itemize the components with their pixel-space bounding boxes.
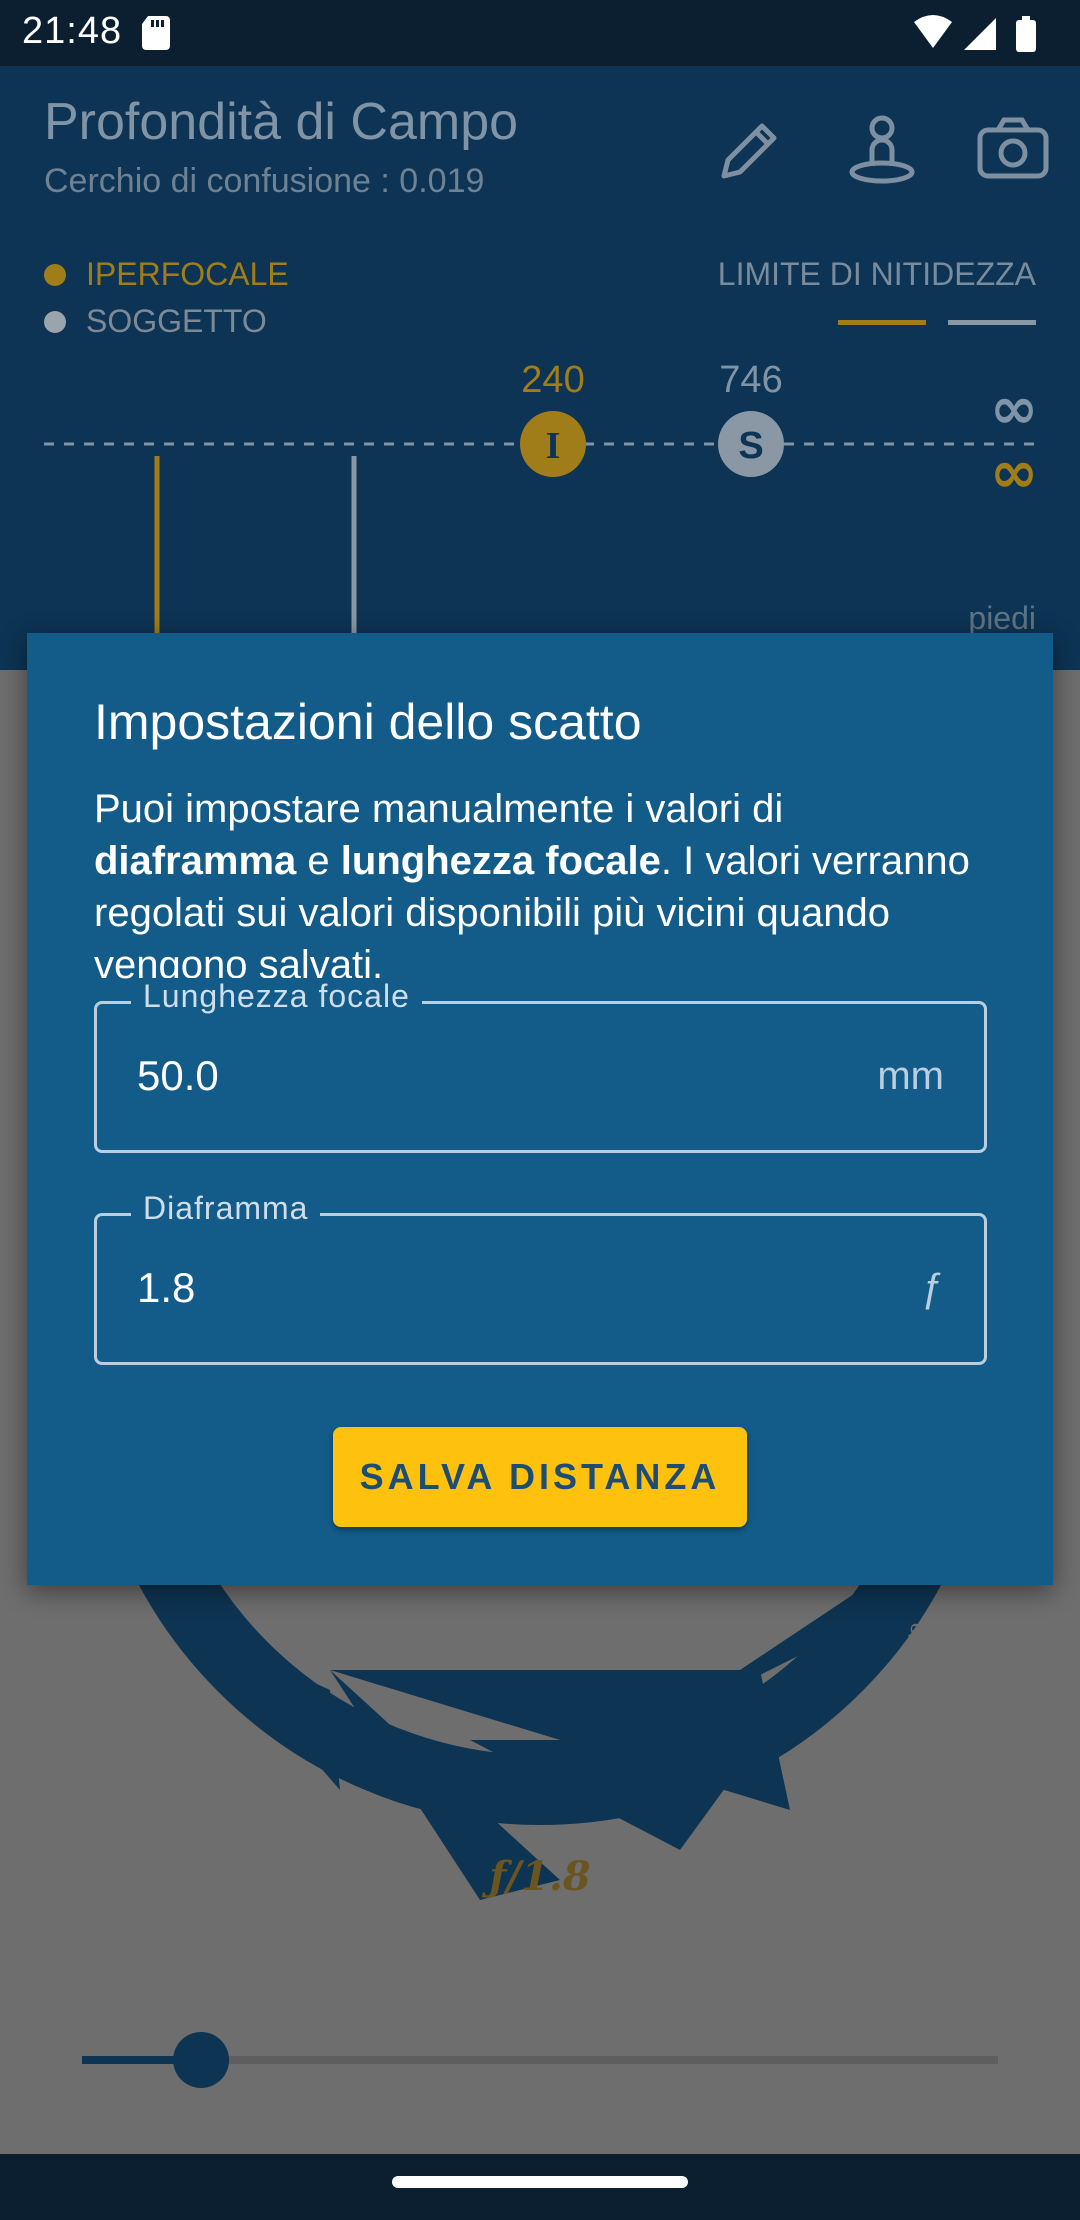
focal-length-field[interactable]: Lunghezza focale mm (94, 978, 987, 1153)
focal-length-input[interactable] (137, 1046, 837, 1106)
shot-settings-dialog: Impostazioni dello scatto Puoi impostare… (27, 633, 1053, 1585)
dialog-bold-focal: lunghezza focale (340, 839, 661, 883)
distance-unit: piedi (968, 600, 1036, 636)
status-time: 21:48 (22, 10, 123, 52)
app-subtitle: Cerchio di confusione : 0.019 (44, 162, 485, 200)
app-title: Profondità di Campo (44, 93, 519, 151)
status-bar: 21:48 (0, 0, 1080, 66)
aperture-label: Diaframma (131, 1190, 321, 1227)
subject-person-icon[interactable] (842, 110, 922, 190)
focal-length-unit: mm (877, 1054, 944, 1098)
hyperfocal-marker-letter: I (546, 425, 561, 467)
aperture-slider[interactable] (82, 2030, 998, 2090)
sd-card-icon (142, 16, 170, 50)
distance-scale[interactable]: 240 746 I S ∞ ∞ 120 182 (0, 266, 1080, 670)
focal-length-label: Lunghezza focale (131, 978, 422, 1015)
ring-text-left: ecco (140, 1649, 182, 1709)
home-gesture-handle[interactable] (392, 2176, 688, 2188)
subject-value: 746 (719, 359, 782, 401)
navigation-bar (0, 2154, 1080, 2220)
wifi-icon (914, 15, 952, 48)
dialog-bold-aperture: diaframma (94, 839, 297, 883)
camera-icon[interactable] (974, 110, 1054, 190)
battery-icon (1016, 16, 1036, 52)
aperture-field[interactable]: Diaframma ƒ (94, 1190, 987, 1365)
infinity-subject: ∞ (990, 374, 1038, 442)
signal-icon (964, 18, 996, 50)
slider-thumb (173, 2032, 230, 2088)
aperture-unit: ƒ (921, 1266, 944, 1310)
aperture-input[interactable] (137, 1258, 837, 1318)
aperture-value: ƒ/1.8 (481, 1853, 590, 1900)
app-header: Profondità di Campo Cerchio di confusion… (0, 66, 1080, 670)
dialog-text-2: e (296, 839, 341, 883)
dialog-text-1: Puoi impostare manualmente i valori di (94, 787, 784, 831)
dialog-description: Puoi impostare manualmente i valori di d… (94, 783, 994, 991)
hyperfocal-value: 240 (521, 359, 584, 401)
infinity-hyperfocal: ∞ (990, 438, 1038, 506)
edit-pencil-icon[interactable] (710, 110, 790, 190)
subject-marker-letter: S (738, 425, 763, 467)
status-icons (914, 15, 1036, 52)
save-distance-button[interactable]: SALVA DISTANZA (333, 1427, 747, 1527)
dialog-title: Impostazioni dello scatto (94, 694, 642, 750)
